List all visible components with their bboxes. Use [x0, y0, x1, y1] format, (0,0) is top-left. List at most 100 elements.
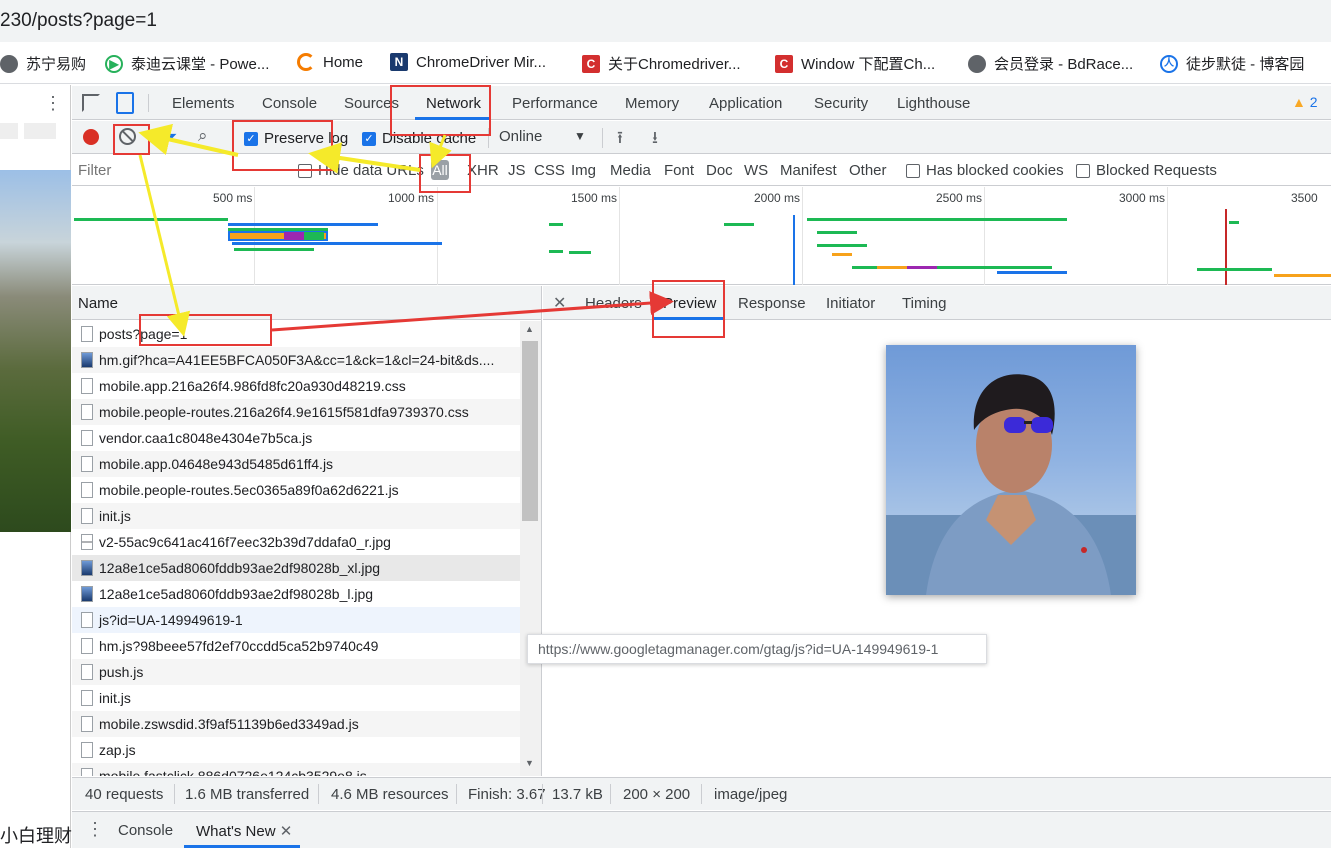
search-icon[interactable]: ⌕	[198, 126, 208, 146]
filter-type-xhr[interactable]: XHR	[467, 162, 499, 179]
annotation-box	[419, 154, 471, 193]
table-row[interactable]: 12a8e1ce5ad8060fddb93ae2df98028b_xl.jpg	[72, 555, 520, 581]
image-file-icon	[81, 586, 93, 602]
bookmark-item[interactable]: C 关于Chromedriver...	[582, 53, 741, 74]
export-har-icon[interactable]: ⭳	[652, 125, 658, 154]
filter-type-js[interactable]: JS	[508, 162, 526, 179]
document-file-icon	[81, 664, 93, 680]
timeline-bar	[1197, 268, 1272, 271]
table-row[interactable]: hm.js?98beee57fd2ef70ccdd5ca52b9740c49	[72, 633, 520, 659]
table-row[interactable]: 12a8e1ce5ad8060fddb93ae2df98028b_l.jpg	[72, 581, 520, 607]
devtools-tabbar: Elements Console Sources Network Perform…	[72, 86, 1331, 120]
url-text[interactable]: 230/posts?page=1	[0, 10, 157, 32]
tab-console[interactable]: Console	[262, 95, 317, 112]
warning-badge[interactable]: ▲ 2	[1292, 94, 1318, 110]
tab-security[interactable]: Security	[814, 95, 868, 112]
filter-type-ws[interactable]: WS	[744, 162, 768, 179]
tab-application[interactable]: Application	[709, 95, 782, 112]
bookmarks-bar: 苏宁易购 ▶ 泰迪云课堂 - Powe... Home N ChromeDriver…	[0, 42, 1331, 84]
tab-memory[interactable]: Memory	[625, 95, 679, 112]
close-icon[interactable]: ✕	[280, 823, 293, 840]
table-row[interactable]: mobile.zswsdid.3f9af51139b6ed3349ad.js	[72, 711, 520, 737]
table-row[interactable]: mobile.people-routes.5ec0365a89f0a62d622…	[72, 477, 520, 503]
load-marker	[1225, 209, 1227, 285]
request-name: hm.gif?hca=A41EE5BFCA050F3A&cc=1&ck=1&cl…	[99, 352, 495, 368]
column-name-header[interactable]: Name	[78, 295, 118, 312]
scroll-up-icon[interactable]: ▲	[525, 324, 534, 334]
tab-timing[interactable]: Timing	[902, 295, 946, 312]
table-row[interactable]: js?id=UA-149949619-1	[72, 607, 520, 633]
table-row[interactable]: mobile.fastclick.886d0726e124cb3529e8.js	[72, 763, 520, 776]
address-bar[interactable]: 230/posts?page=1	[0, 0, 1331, 42]
table-row[interactable]: mobile.app.216a26f4.986fd8fc20a930d48219…	[72, 373, 520, 399]
document-file-icon	[81, 534, 93, 550]
ring-icon	[297, 53, 315, 71]
import-har-icon[interactable]: ⭱	[617, 125, 623, 154]
request-name: 12a8e1ce5ad8060fddb93ae2df98028b_l.jpg	[99, 586, 374, 602]
drawer-tab-console[interactable]: Console	[118, 822, 173, 839]
close-icon[interactable]: ✕	[553, 293, 566, 313]
document-file-icon	[81, 716, 93, 732]
document-file-icon	[81, 690, 93, 706]
timeline-overview[interactable]: 500 ms 1000 ms 1500 ms 2000 ms 2500 ms 3…	[72, 187, 1331, 285]
document-file-icon	[81, 378, 93, 394]
table-row[interactable]: mobile.app.04648e943d5485d61ff4.js	[72, 451, 520, 477]
document-file-icon	[81, 456, 93, 472]
table-row[interactable]: mobile.people-routes.216a26f4.9e1615f581…	[72, 399, 520, 425]
dom-content-loaded-marker	[793, 215, 795, 285]
tab-lighthouse[interactable]: Lighthouse	[897, 95, 970, 112]
bookmark-item[interactable]: N ChromeDriver Mir...	[390, 53, 546, 71]
table-row[interactable]: init.js	[72, 503, 520, 529]
tab-headers[interactable]: Headers	[585, 295, 642, 312]
bookmark-item[interactable]: ▶ 泰迪云课堂 - Powe...	[105, 53, 269, 74]
tab-initiator[interactable]: Initiator	[826, 295, 875, 312]
table-row[interactable]: push.js	[72, 659, 520, 685]
bookmark-item[interactable]: 苏宁易购	[0, 53, 86, 74]
request-name: mobile.zswsdid.3f9af51139b6ed3349ad.js	[99, 716, 359, 732]
bookmark-item[interactable]: Home	[297, 53, 363, 71]
filter-type-doc[interactable]: Doc	[706, 162, 733, 179]
timeline-bar	[877, 266, 907, 269]
table-row[interactable]: zap.js	[72, 737, 520, 763]
device-toolbar-icon[interactable]	[116, 92, 134, 114]
resource-size: 13.7 kB	[552, 786, 603, 803]
more-icon[interactable]: ⋮	[86, 819, 104, 840]
timeline-bar	[1274, 274, 1331, 277]
timeline-bar	[549, 223, 563, 226]
filter-type-media[interactable]: Media	[610, 162, 651, 179]
has-blocked-cookies-checkbox[interactable]: Has blocked cookies	[906, 162, 1064, 179]
gridline	[437, 187, 438, 285]
drawer-tab-whats-new[interactable]: What's New ✕	[196, 822, 292, 840]
bookmark-item[interactable]: C Window 下配置Ch...	[775, 53, 935, 74]
filter-type-css[interactable]: CSS	[534, 162, 565, 179]
tab-performance[interactable]: Performance	[512, 95, 598, 112]
table-row[interactable]: v2-55ac9c641ac416f7eec32b39d7ddafa0_r.jp…	[72, 529, 520, 555]
c-logo-icon: C	[775, 54, 793, 73]
more-icon[interactable]: ⋮	[44, 93, 62, 114]
table-row[interactable]: init.js	[72, 685, 520, 711]
annotation-box	[232, 120, 333, 171]
annotation-box	[652, 280, 725, 338]
filter-icon[interactable]: ⏷	[163, 127, 177, 148]
filter-type-manifest[interactable]: Manifest	[780, 162, 837, 179]
record-icon[interactable]	[83, 129, 99, 145]
request-name: 12a8e1ce5ad8060fddb93ae2df98028b_xl.jpg	[99, 560, 381, 576]
page-block	[0, 123, 18, 139]
tab-response[interactable]: Response	[738, 295, 806, 312]
table-row[interactable]: hm.gif?hca=A41EE5BFCA050F3A&cc=1&ck=1&cl…	[72, 347, 520, 373]
filter-type-img[interactable]: Img	[571, 162, 596, 179]
timeline-bar	[724, 223, 754, 226]
request-name: push.js	[99, 664, 144, 680]
blocked-requests-checkbox[interactable]: Blocked Requests	[1076, 162, 1217, 179]
filter-type-font[interactable]: Font	[664, 162, 694, 179]
scrollbar-thumb[interactable]	[522, 341, 538, 521]
inspect-icon[interactable]	[82, 94, 100, 112]
filter-type-other[interactable]: Other	[849, 162, 887, 179]
annotation-box	[113, 124, 150, 155]
table-row[interactable]: vendor.caa1c8048e4304e7b5ca.js	[72, 425, 520, 451]
bookmark-item[interactable]: 人徒步默徒 - 博客园	[1160, 53, 1304, 74]
throttle-select[interactable]: Online ▼	[499, 128, 591, 148]
tab-elements[interactable]: Elements	[172, 95, 235, 112]
scroll-down-icon[interactable]: ▼	[525, 758, 534, 768]
bookmark-item[interactable]: 会员登录 - BdRace...	[968, 53, 1133, 74]
